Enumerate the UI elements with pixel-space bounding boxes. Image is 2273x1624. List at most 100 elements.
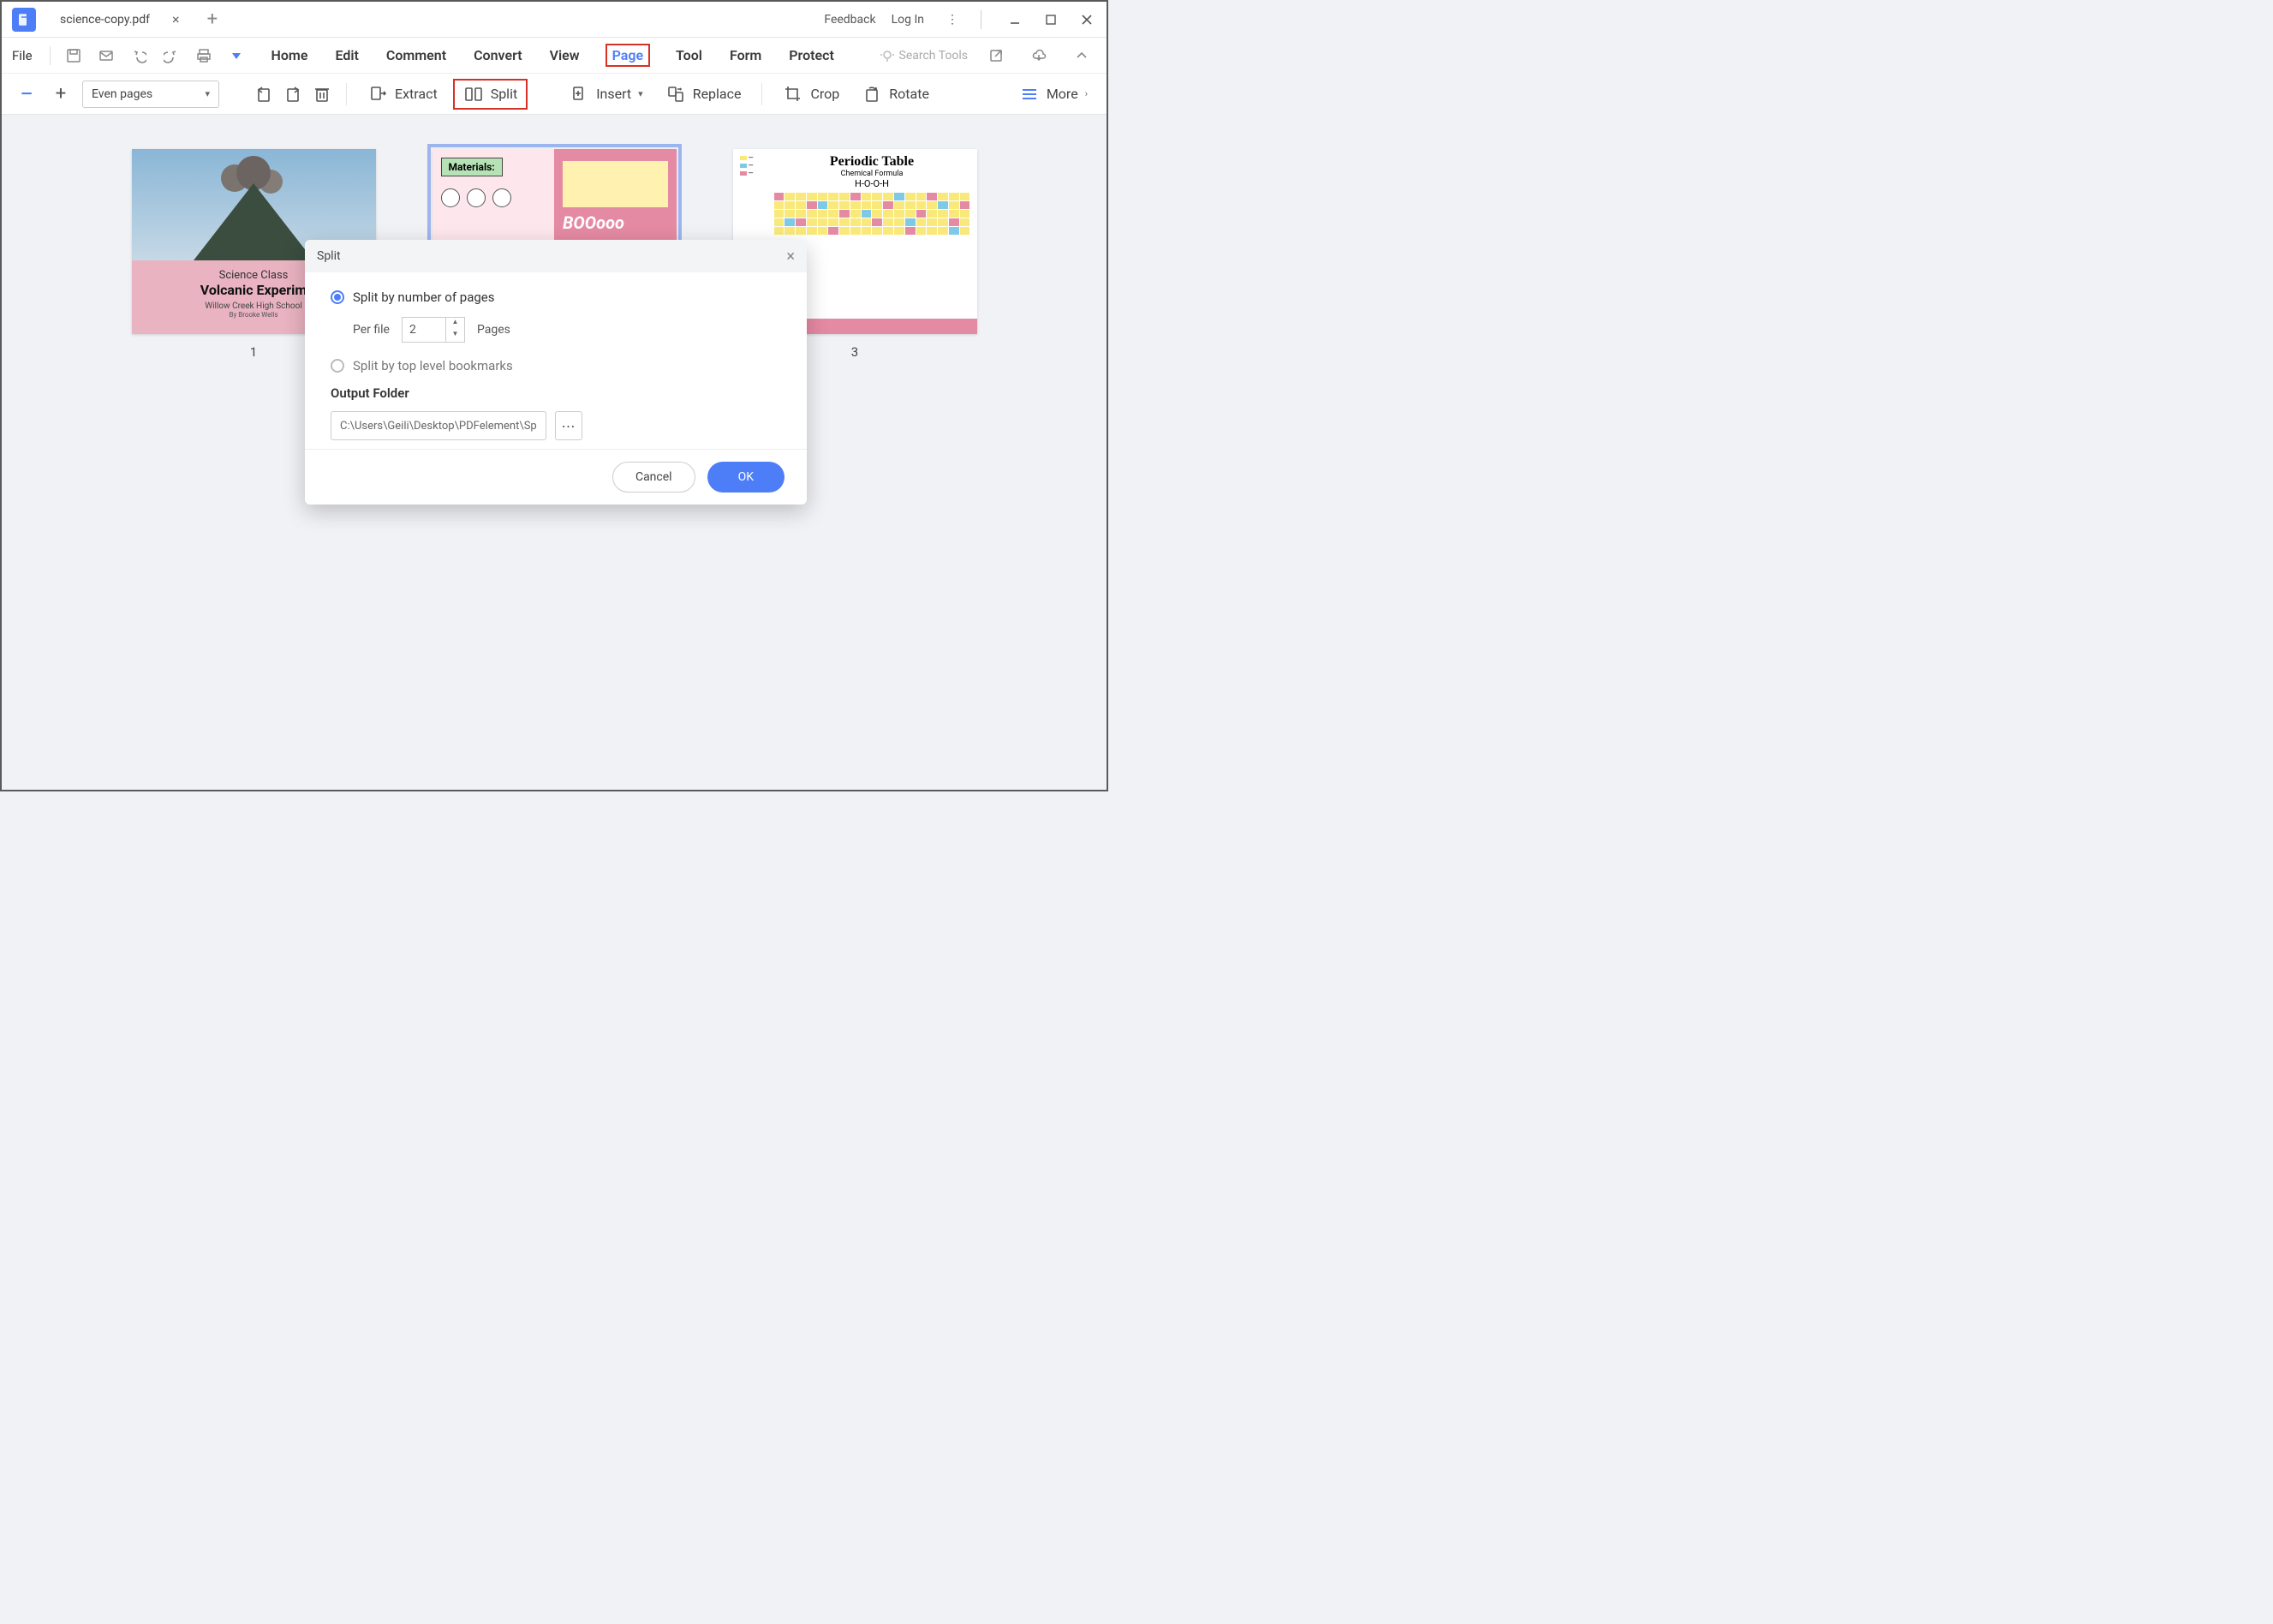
file-menu[interactable]: File	[12, 48, 33, 63]
per-file-label: Per file	[353, 323, 390, 337]
undo-icon[interactable]	[128, 45, 150, 67]
spin-down-icon[interactable]: ▼	[446, 330, 464, 342]
share-icon[interactable]	[985, 45, 1007, 67]
quick-access-dropdown-icon[interactable]	[225, 45, 248, 67]
replace-icon	[665, 84, 686, 104]
titlebar: science-copy.pdf × + Feedback Log In ⋮	[2, 2, 1107, 38]
add-page-button[interactable]: +	[48, 83, 74, 104]
page-toolbar: − + Even pages ▾ Extract Split Insert ▾ …	[2, 74, 1107, 115]
thumb3-sub: Chemical Formula	[774, 170, 970, 178]
cloud-icon[interactable]	[1028, 45, 1050, 67]
cancel-button[interactable]: Cancel	[612, 462, 695, 493]
thumb3-title: Periodic Table	[774, 154, 970, 170]
extract-icon	[367, 84, 388, 104]
replace-button[interactable]: Replace	[659, 81, 749, 108]
tab-title: science-copy.pdf	[60, 13, 150, 27]
rotate-right-icon[interactable]	[283, 84, 303, 104]
rotate-icon	[862, 84, 882, 104]
radio-icon	[331, 290, 344, 304]
dialog-header: Split ×	[305, 240, 807, 272]
search-tools-label: Search Tools	[899, 49, 968, 63]
pages-input-field[interactable]	[403, 323, 445, 337]
login-link[interactable]: Log In	[892, 13, 924, 27]
crop-label: Crop	[810, 86, 839, 102]
menu-convert[interactable]: Convert	[472, 44, 524, 67]
lightbulb-icon	[880, 49, 894, 63]
remove-page-button[interactable]: −	[14, 82, 39, 106]
browse-button[interactable]: ⋯	[555, 411, 582, 440]
insert-button[interactable]: Insert ▾	[562, 81, 650, 108]
per-file-row: Per file ▲ ▼ Pages	[353, 317, 781, 343]
radio-label-pages: Split by number of pages	[353, 290, 495, 305]
chevron-down-icon: ▾	[638, 88, 643, 99]
maximize-button[interactable]	[1038, 7, 1064, 33]
radio-icon	[331, 359, 344, 373]
thumb3-formula: H-O-O-H	[774, 178, 970, 189]
rotate-label: Rotate	[889, 86, 929, 102]
search-tools[interactable]: Search Tools	[880, 49, 968, 63]
ok-button[interactable]: OK	[707, 462, 785, 493]
minimize-button[interactable]	[1002, 7, 1028, 33]
output-folder-label: Output Folder	[331, 385, 781, 401]
split-button[interactable]: Split	[453, 79, 528, 110]
chevron-right-icon: ›	[1085, 88, 1088, 99]
menu-home[interactable]: Home	[270, 44, 310, 67]
page-filter-select[interactable]: Even pages ▾	[82, 81, 219, 108]
document-tab[interactable]: science-copy.pdf ×	[45, 5, 192, 34]
menu-view[interactable]: View	[548, 44, 582, 67]
radio-split-by-bookmarks[interactable]: Split by top level bookmarks	[331, 358, 781, 373]
app-icon	[12, 8, 36, 32]
radio-split-by-pages[interactable]: Split by number of pages	[331, 290, 781, 305]
select-value: Even pages	[92, 87, 152, 101]
tab-close-icon[interactable]: ×	[172, 11, 180, 27]
rotate-left-icon[interactable]	[254, 84, 274, 104]
split-label: Split	[491, 86, 518, 102]
split-dialog: Split × Split by number of pages Per fil…	[305, 240, 807, 505]
menu-edit[interactable]: Edit	[333, 44, 360, 67]
save-icon[interactable]	[63, 45, 85, 67]
thumb2-tag: Materials:	[441, 158, 503, 176]
print-icon[interactable]	[193, 45, 215, 67]
delete-page-icon[interactable]	[312, 84, 332, 104]
extract-label: Extract	[395, 86, 438, 102]
redo-icon[interactable]	[160, 45, 182, 67]
thumb1-number: 1	[250, 344, 257, 360]
chevron-down-icon: ▾	[205, 88, 210, 99]
menu-tool[interactable]: Tool	[674, 44, 704, 67]
thumb3-number: 3	[851, 344, 858, 360]
insert-icon	[569, 84, 589, 104]
menu-form[interactable]: Form	[728, 44, 763, 67]
dialog-title: Split	[317, 249, 341, 263]
new-tab-button[interactable]: +	[207, 9, 218, 30]
extract-button[interactable]: Extract	[361, 81, 444, 108]
separator	[346, 83, 347, 105]
menu-page[interactable]: Page	[606, 44, 650, 67]
mail-icon[interactable]	[95, 45, 117, 67]
rotate-button[interactable]: Rotate	[855, 81, 936, 108]
more-button[interactable]: More ›	[1012, 81, 1095, 108]
split-icon	[463, 84, 484, 104]
kebab-menu-icon[interactable]: ⋮	[940, 7, 965, 33]
title-right: Feedback Log In ⋮	[824, 7, 1107, 33]
insert-label: Insert	[596, 86, 631, 102]
separator	[761, 83, 762, 105]
dialog-close-icon[interactable]: ×	[786, 248, 795, 266]
radio-label-bookmarks: Split by top level bookmarks	[353, 358, 513, 373]
feedback-link[interactable]: Feedback	[824, 13, 875, 27]
collapse-ribbon-icon[interactable]	[1071, 45, 1093, 67]
close-window-button[interactable]	[1074, 7, 1100, 33]
replace-label: Replace	[693, 86, 742, 102]
crop-button[interactable]: Crop	[776, 81, 846, 108]
more-icon	[1019, 84, 1040, 104]
menu-protect[interactable]: Protect	[787, 44, 836, 67]
pages-suffix: Pages	[477, 323, 510, 337]
more-label: More	[1047, 86, 1078, 102]
output-path-text: C:\Users\Geili\Desktop\PDFelement\Sp	[340, 420, 537, 433]
separator	[50, 46, 51, 65]
thumb2-boo: BOOooo	[563, 212, 668, 233]
output-path-field[interactable]: C:\Users\Geili\Desktop\PDFelement\Sp	[331, 411, 546, 440]
pages-per-file-input[interactable]: ▲ ▼	[402, 317, 465, 343]
menubar: File Home Edit Comment Convert View Page…	[2, 38, 1107, 74]
menu-comment[interactable]: Comment	[385, 44, 448, 67]
spin-up-icon[interactable]: ▲	[446, 318, 464, 330]
